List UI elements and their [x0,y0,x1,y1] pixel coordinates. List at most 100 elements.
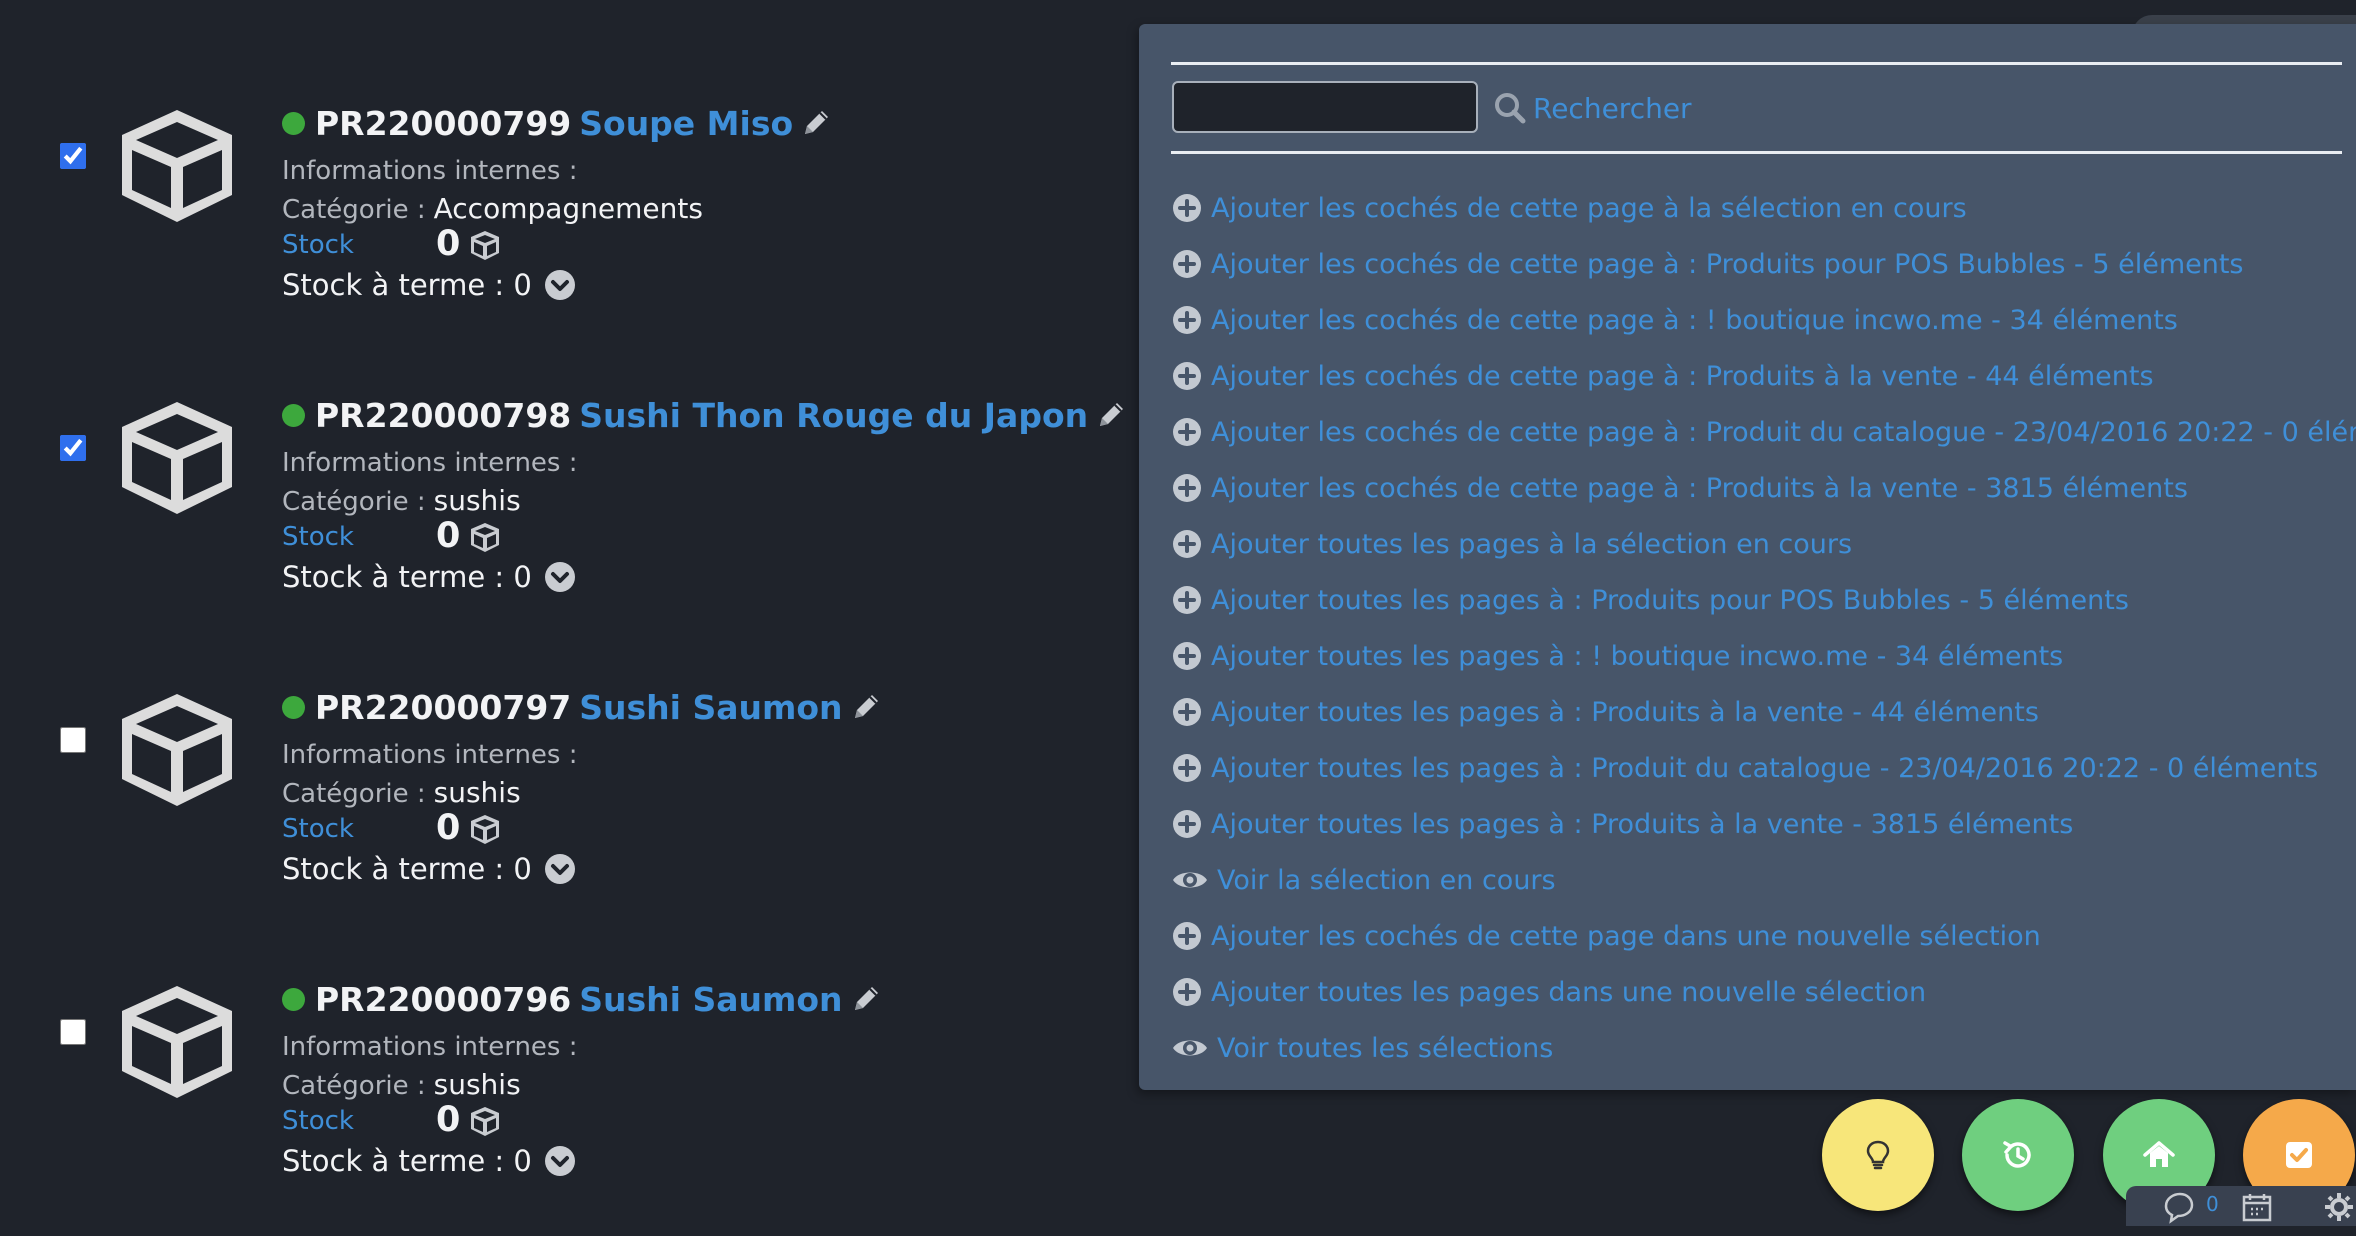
selection-menu-item[interactable]: Ajouter toutes les pages dans une nouvel… [1171,972,1926,1012]
chevron-down-icon[interactable] [544,853,576,885]
selection-menu-item[interactable]: Ajouter les cochés de cette page à : Pro… [1171,412,2356,452]
plus-circle-icon [1173,362,1201,390]
product-name-link[interactable]: Soupe Miso [579,104,793,143]
category-label: Catégorie : [282,195,426,225]
history-button[interactable] [1962,1099,2074,1211]
category-label: Catégorie : [282,779,426,809]
product-name-link[interactable]: Sushi Saumon [579,980,842,1019]
product-cube-icon [122,110,232,222]
selection-menu-item[interactable]: Voir la sélection en cours [1171,860,1556,900]
product-checkbox[interactable] [60,435,86,461]
product-cube-icon [122,402,232,514]
chevron-down-icon[interactable] [544,1145,576,1177]
selection-menu-item[interactable]: Ajouter les cochés de cette page à : ! b… [1171,300,2178,340]
stock-box-icon [471,815,499,844]
history-icon [2003,1141,2031,1168]
category-label: Catégorie : [282,1071,426,1101]
future-stock-text: Stock à terme : 0 [282,852,532,886]
category-value: sushis [433,1068,521,1101]
selection-menu-item[interactable]: Ajouter toutes les pages à : Produit du … [1171,748,2318,788]
bottom-status-bar: 0 [2126,1186,2356,1226]
product-checkbox[interactable] [60,1019,86,1045]
product-ref: PR220000797 [315,687,572,727]
menu-item-label: Ajouter les cochés de cette page à : Pro… [1211,360,2154,392]
stock-link[interactable]: Stock [282,1106,354,1136]
menu-item-label: Ajouter toutes les pages à : Produit du … [1211,752,2319,784]
selection-menu-item[interactable]: Ajouter toutes les pages à : Produits po… [1171,580,2129,620]
menu-item-label: Ajouter toutes les pages à la sélection … [1211,528,1853,560]
menu-item-label: Ajouter toutes les pages à : Produits à … [1211,808,2074,840]
menu-item-label: Ajouter les cochés de cette page dans un… [1211,920,2041,952]
menu-item-label: Ajouter toutes les pages à : Produits à … [1211,696,2039,728]
plus-circle-icon [1173,642,1201,670]
product-ref: PR220000799 [315,103,572,143]
product-name-link[interactable]: Sushi Saumon [579,688,842,727]
internal-info-label: Informations internes : [282,740,578,770]
search-button[interactable]: Rechercher [1493,86,1692,130]
product-row: PR220000796 Sushi Saumon Informations in… [0,976,1120,1236]
edit-pencil-icon[interactable] [799,106,833,140]
menu-item-label: Ajouter toutes les pages à : Produits po… [1211,584,2129,616]
product-checkbox[interactable] [60,143,86,169]
tips-button[interactable] [1822,1099,1934,1211]
stock-link[interactable]: Stock [282,522,354,552]
notification-count: 0 [2206,1192,2219,1216]
plus-circle-icon [1173,978,1201,1006]
plus-circle-icon [1173,194,1201,222]
status-dot [282,987,305,1011]
calendar-icon[interactable] [2240,1190,2274,1228]
selection-dropdown-panel: Rechercher Ajouter les cochés de cette p… [1139,24,2356,1090]
status-dot [282,403,305,427]
selection-menu-item[interactable]: Ajouter les cochés de cette page à : Pro… [1171,468,2188,508]
selection-menu-item[interactable]: Ajouter toutes les pages à : ! boutique … [1171,636,2063,676]
selection-menu-item[interactable]: Ajouter les cochés de cette page dans un… [1171,916,2041,956]
menu-item-label: Ajouter les cochés de cette page à : Pro… [1211,248,2244,280]
future-stock-text: Stock à terme : 0 [282,560,532,594]
menu-item-label: Ajouter les cochés de cette page à la sé… [1211,192,1967,224]
status-dot [282,695,305,719]
menu-item-label: Ajouter les cochés de cette page à : Pro… [1211,416,2356,448]
menu-item-label: Ajouter toutes les pages dans une nouvel… [1211,976,1927,1008]
category-label: Catégorie : [282,487,426,517]
selection-menu-item[interactable]: Ajouter toutes les pages à la sélection … [1171,524,1852,564]
product-name-link[interactable]: Sushi Thon Rouge du Japon [579,396,1088,435]
menu-item-label: Ajouter toutes les pages à : ! boutique … [1211,640,2064,672]
stock-link[interactable]: Stock [282,230,354,260]
plus-circle-icon [1173,474,1201,502]
selection-menu-item[interactable]: Ajouter les cochés de cette page à la sé… [1171,188,1967,228]
search-button-label: Rechercher [1533,91,1692,125]
chat-icon[interactable] [2162,1190,2196,1228]
selection-menu-item[interactable]: Ajouter les cochés de cette page à : Pro… [1171,356,2154,396]
edit-pencil-icon[interactable] [1094,398,1128,432]
home-icon [2143,1141,2175,1167]
product-cube-icon [122,986,232,1098]
selection-menu-item[interactable]: Ajouter toutes les pages à : Produits à … [1171,804,2073,844]
product-row: PR220000798 Sushi Thon Rouge du Japon In… [0,392,1124,652]
gear-icon[interactable] [2322,1190,2356,1228]
category-value: sushis [433,484,521,517]
plus-circle-icon [1173,418,1201,446]
chevron-down-icon[interactable] [544,269,576,301]
selection-menu-item[interactable]: Voir toutes les sélections [1171,1028,1553,1068]
eye-icon [1173,872,1207,888]
edit-pencil-icon[interactable] [849,982,883,1016]
lightbulb-icon [1866,1140,1890,1170]
category-value: Accompagnements [433,192,703,225]
selection-menu-item[interactable]: Ajouter les cochés de cette page à : Pro… [1171,244,2244,284]
menu-item-label: Ajouter les cochés de cette page à : Pro… [1211,472,2188,504]
category-value: sushis [433,776,521,809]
chevron-down-icon[interactable] [544,561,576,593]
product-checkbox[interactable] [60,727,86,753]
menu-item-label: Ajouter les cochés de cette page à : ! b… [1211,304,2178,336]
stock-box-icon [471,523,499,552]
future-stock-text: Stock à terme : 0 [282,268,532,302]
check-square-icon [2286,1142,2312,1168]
selection-menu-item[interactable]: Ajouter toutes les pages à : Produits à … [1171,692,2039,732]
stock-value: 0 [436,516,461,556]
menu-item-label: Voir la sélection en cours [1217,864,1556,896]
plus-circle-icon [1173,530,1201,558]
selection-search-input[interactable] [1172,81,1478,133]
product-row: PR220000797 Sushi Saumon Informations in… [0,684,1120,944]
stock-link[interactable]: Stock [282,814,354,844]
edit-pencil-icon[interactable] [849,690,883,724]
